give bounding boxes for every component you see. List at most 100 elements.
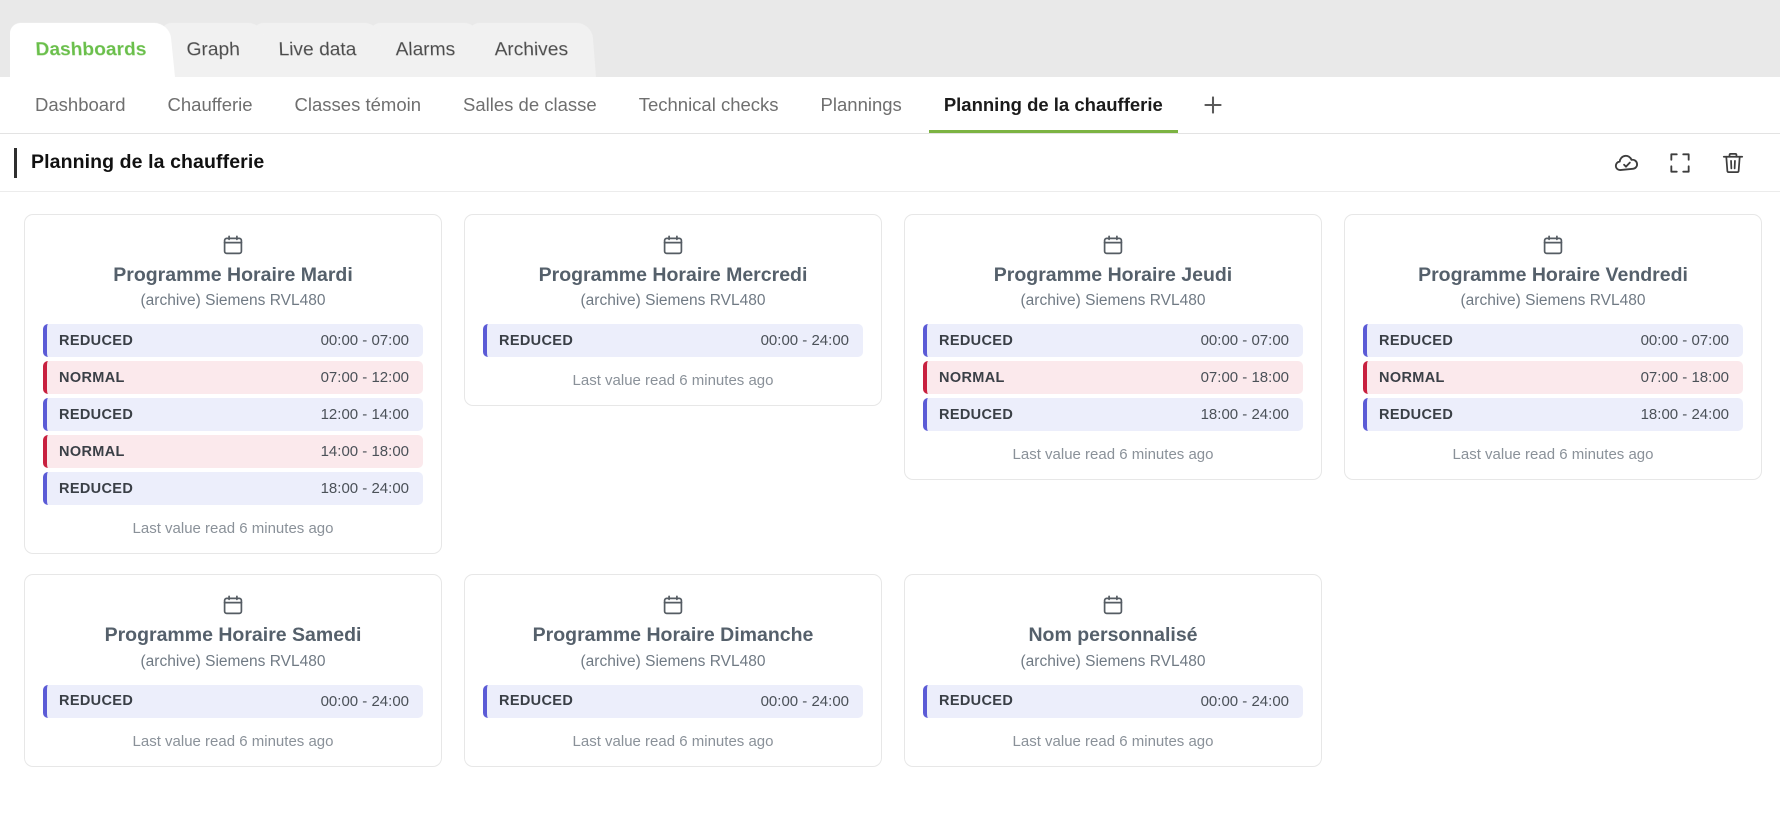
dashboard-tab-salles-de-classe[interactable]: Salles de classe	[442, 77, 618, 133]
schedule-card-subtitle: (archive) Siemens RVL480	[1020, 652, 1206, 670]
schedule-card[interactable]: Programme Horaire Mardi (archive) Siemens…	[24, 214, 442, 555]
primary-tab-label: Alarms	[395, 38, 456, 60]
calendar-icon	[923, 593, 1303, 617]
schedule-row-time: 07:00 - 18:00	[1200, 369, 1289, 387]
schedule-card-footer: Last value read 6 minutes ago	[1012, 446, 1214, 464]
dashboard-tab-plannings[interactable]: Plannings	[800, 77, 923, 133]
schedule-row[interactable]: REDUCED 12:00 - 14:00	[43, 398, 423, 432]
dashboard-tab-bar: Dashboard Chaufferie Classes témoin Salles …	[0, 77, 1780, 134]
schedule-row-time: 18:00 - 24:00	[320, 480, 409, 498]
schedule-row-state: NORMAL	[59, 369, 125, 386]
primary-tab-dashboards[interactable]: Dashboards	[10, 22, 175, 77]
schedule-row[interactable]: REDUCED 00:00 - 07:00	[43, 324, 423, 358]
schedule-card[interactable]: Programme Horaire Jeudi (archive) Siemens…	[904, 214, 1322, 481]
schedule-row[interactable]: REDUCED 00:00 - 07:00	[1363, 324, 1743, 358]
calendar-icon	[43, 233, 423, 257]
primary-tab-live-data[interactable]: Live data	[252, 22, 385, 77]
schedule-row[interactable]: NORMAL 07:00 - 18:00	[1363, 361, 1743, 395]
schedule-card-title: Programme Horaire Jeudi	[993, 264, 1233, 286]
calendar-icon	[1363, 233, 1743, 257]
plus-icon	[1204, 96, 1222, 114]
schedule-row-time: 00:00 - 24:00	[1200, 692, 1289, 710]
schedule-card-subtitle: (archive) Siemens RVL480	[580, 652, 766, 670]
dashboard-tab-classes-t-moin[interactable]: Classes témoin	[274, 77, 442, 133]
schedule-row-state: REDUCED	[939, 406, 1014, 423]
dashboard-tab-technical-checks[interactable]: Technical checks	[618, 77, 800, 133]
schedule-row[interactable]: NORMAL 07:00 - 18:00	[923, 361, 1303, 395]
schedule-row[interactable]: REDUCED 18:00 - 24:00	[43, 472, 423, 506]
schedule-card-title: Programme Horaire Mercredi	[538, 264, 808, 286]
primary-tab-label: Graph	[185, 38, 240, 60]
schedule-row[interactable]: NORMAL 07:00 - 12:00	[43, 361, 423, 395]
schedule-card[interactable]: Nom personnalisé (archive) Siemens RVL480…	[904, 574, 1322, 767]
schedule-row-state: NORMAL	[1379, 369, 1445, 386]
schedule-row-state: REDUCED	[1379, 332, 1454, 349]
fullscreen-icon[interactable]	[1667, 150, 1693, 176]
calendar-icon	[483, 593, 863, 617]
schedule-row[interactable]: REDUCED 00:00 - 07:00	[923, 324, 1303, 358]
schedule-row-time: 14:00 - 18:00	[320, 443, 409, 461]
schedule-row[interactable]: REDUCED 00:00 - 24:00	[483, 684, 863, 718]
calendar-icon	[483, 233, 863, 257]
trash-icon[interactable]	[1720, 150, 1746, 176]
calendar-icon	[43, 593, 423, 617]
schedule-card-subtitle: (archive) Siemens RVL480	[580, 292, 766, 310]
schedule-row-list: REDUCED 00:00 - 24:00	[483, 684, 863, 718]
primary-tab-label: Dashboards	[34, 38, 147, 60]
schedule-card[interactable]: Programme Horaire Vendredi (archive) Siem…	[1344, 214, 1762, 481]
schedule-card-footer: Last value read 6 minutes ago	[1452, 446, 1654, 464]
schedule-row-time: 12:00 - 14:00	[320, 406, 409, 424]
schedule-card-title: Programme Horaire Vendredi	[1418, 264, 1688, 286]
schedule-card-title: Nom personnalisé	[1028, 624, 1198, 647]
dashboard-tab-chaufferie[interactable]: Chaufferie	[147, 77, 274, 133]
schedule-row-list: REDUCED 00:00 - 07:00 NORMAL 07:00 - 18:00 R…	[923, 324, 1303, 432]
schedule-row-time: 07:00 - 12:00	[320, 369, 409, 387]
schedule-row-state: REDUCED	[939, 332, 1014, 349]
schedule-row[interactable]: REDUCED 00:00 - 24:00	[483, 324, 863, 358]
schedule-row-time: 00:00 - 07:00	[1640, 332, 1729, 350]
add-dashboard-tab-button[interactable]	[1184, 77, 1242, 133]
schedule-row-state: REDUCED	[939, 693, 1014, 710]
schedule-row-state: REDUCED	[59, 332, 134, 349]
primary-tab-label: Archives	[493, 38, 569, 60]
primary-tab-bar: Dashboards Graph Live data Alarms Archives	[0, 0, 1780, 77]
schedule-row-state: REDUCED	[59, 480, 134, 497]
schedule-row[interactable]: REDUCED 00:00 - 24:00	[923, 684, 1303, 718]
schedule-row-list: REDUCED 00:00 - 24:00	[923, 684, 1303, 718]
schedule-row[interactable]: NORMAL 14:00 - 18:00	[43, 435, 423, 469]
schedule-card[interactable]: Programme Horaire Dimanche (archive) Siem…	[464, 574, 882, 767]
schedule-card[interactable]: Programme Horaire Samedi (archive) Siemen…	[24, 574, 442, 767]
primary-tab-graph[interactable]: Graph	[160, 22, 267, 77]
schedule-card-subtitle: (archive) Siemens RVL480	[1020, 292, 1206, 310]
page-header-actions	[1614, 150, 1746, 176]
schedule-card-subtitle: (archive) Siemens RVL480	[140, 292, 326, 310]
schedule-card-footer: Last value read 6 minutes ago	[132, 732, 334, 750]
schedule-row-state: REDUCED	[499, 693, 574, 710]
page-title-group: Planning de la chaufferie	[0, 147, 1614, 178]
schedule-row-state: NORMAL	[939, 369, 1005, 386]
cloud-check-icon[interactable]	[1614, 150, 1640, 176]
schedule-row-list: REDUCED 00:00 - 07:00 NORMAL 07:00 - 12:00 R…	[43, 324, 423, 506]
schedule-row[interactable]: REDUCED 18:00 - 24:00	[923, 398, 1303, 432]
primary-tab-archives[interactable]: Archives	[468, 22, 596, 77]
schedule-row[interactable]: REDUCED 18:00 - 24:00	[1363, 398, 1743, 432]
primary-tab-alarms[interactable]: Alarms	[370, 22, 483, 77]
schedule-card[interactable]: Programme Horaire Mercredi (archive) Siem…	[464, 214, 882, 407]
schedule-card-footer: Last value read 6 minutes ago	[132, 520, 334, 538]
schedule-row-time: 00:00 - 24:00	[760, 692, 849, 710]
schedule-row-state: REDUCED	[59, 406, 134, 423]
schedule-card-subtitle: (archive) Siemens RVL480	[140, 652, 326, 670]
dashboard-tab-dashboard[interactable]: Dashboard	[14, 77, 147, 133]
schedule-row-state: NORMAL	[59, 443, 125, 460]
schedule-row-list: REDUCED 00:00 - 07:00 NORMAL 07:00 - 18:00 R…	[1363, 324, 1743, 432]
schedule-row-list: REDUCED 00:00 - 24:00	[43, 684, 423, 718]
schedule-row-list: REDUCED 00:00 - 24:00	[483, 324, 863, 358]
schedule-row-time: 00:00 - 07:00	[1200, 332, 1289, 350]
schedule-card-footer: Last value read 6 minutes ago	[572, 372, 774, 390]
schedule-card-grid: Programme Horaire Mardi (archive) Siemens…	[0, 192, 1780, 785]
schedule-card-subtitle: (archive) Siemens RVL480	[1460, 292, 1646, 310]
schedule-row-time: 18:00 - 24:00	[1640, 406, 1729, 424]
schedule-card-title: Programme Horaire Mardi	[113, 264, 353, 286]
schedule-row[interactable]: REDUCED 00:00 - 24:00	[43, 684, 423, 718]
dashboard-tab-planning-de-la-chaufferie[interactable]: Planning de la chaufferie	[923, 77, 1184, 133]
